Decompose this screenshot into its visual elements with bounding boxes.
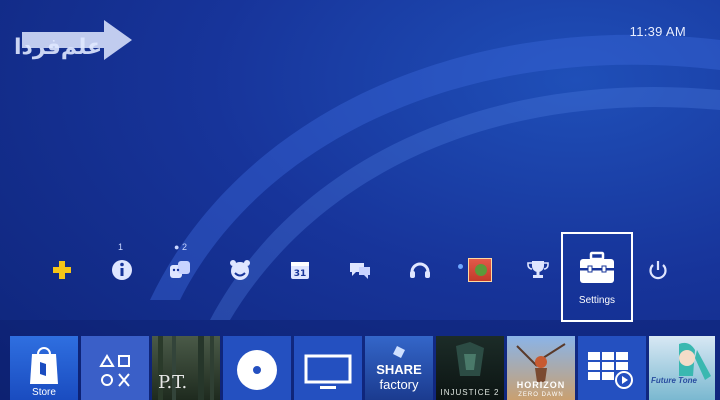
- trophies-button[interactable]: [514, 250, 562, 290]
- injustice-title: INJUSTICE 2: [440, 388, 500, 397]
- horizon-subtitle: ZERO DAWN: [518, 392, 564, 398]
- party-button[interactable]: [216, 250, 264, 290]
- events-button[interactable]: 31: [276, 250, 324, 290]
- tile-disc[interactable]: [223, 336, 291, 400]
- tile-tv-video[interactable]: [294, 336, 362, 400]
- headset-icon: [410, 262, 430, 278]
- friends-button[interactable]: ● 2: [156, 242, 204, 290]
- share-factory-subtitle: factory: [379, 377, 419, 392]
- tile-horizon-zero-dawn[interactable]: HORIZON ZERO DAWN: [507, 336, 575, 400]
- friends-count: 2: [181, 242, 187, 252]
- settings-button[interactable]: Settings: [561, 232, 633, 322]
- power-button[interactable]: [634, 250, 682, 290]
- watermark-logo: علم‌فردا: [12, 10, 134, 60]
- miku-art: [679, 342, 711, 380]
- store-label: Store: [32, 387, 56, 398]
- friends-icon: [170, 261, 190, 278]
- playstation-plus-button[interactable]: [38, 250, 86, 290]
- friends-badge: ● 2: [174, 242, 187, 252]
- party-icon: [230, 260, 250, 280]
- share-factory-title: SHARE: [376, 362, 422, 377]
- tile-library[interactable]: [81, 336, 149, 400]
- online-status-dot: [458, 264, 463, 269]
- arrow-icon: علم‌فردا: [14, 20, 132, 60]
- profile-button[interactable]: [456, 250, 504, 290]
- tile-pt[interactable]: P.T.: [152, 336, 220, 400]
- messages-button[interactable]: [336, 250, 384, 290]
- disc-icon: [237, 350, 277, 390]
- settings-label: Settings: [578, 294, 616, 306]
- pt-title: P.T.: [158, 372, 188, 393]
- tile-tv-and-video-apps[interactable]: [578, 336, 646, 400]
- calendar-day: 31: [294, 269, 307, 279]
- avatar: [468, 258, 492, 282]
- power-icon: [649, 261, 667, 280]
- svg-text:علم‌فردا: علم‌فردا: [14, 35, 102, 60]
- apps-grid-icon: [588, 352, 633, 389]
- tv-icon: [304, 354, 352, 389]
- tile-store[interactable]: Store: [10, 336, 78, 400]
- playstation-shapes-icon: [99, 354, 130, 387]
- toolbox-icon: [580, 251, 614, 283]
- function-bar: 1 ● 2 31 Settings: [0, 232, 720, 322]
- horizon-title: HORIZON: [516, 380, 566, 390]
- miku-title: Future Tone: [651, 376, 697, 385]
- whats-new-badge: 1: [118, 242, 124, 252]
- communities-button[interactable]: [396, 250, 444, 290]
- tile-injustice-2[interactable]: INJUSTICE 2: [436, 336, 504, 400]
- content-tiles: Store P.T. SHARE factory INJUSTICE 2 HOR…: [0, 336, 720, 400]
- clock: 11:39 AM: [629, 24, 686, 39]
- info-icon: [112, 260, 132, 280]
- trophy-icon: [527, 261, 549, 278]
- archer-art: [516, 343, 566, 382]
- tile-share-factory[interactable]: SHARE factory: [365, 336, 433, 400]
- calendar-icon: 31: [291, 262, 309, 279]
- whats-new-button[interactable]: 1: [98, 242, 146, 290]
- tile-hatsune-miku[interactable]: Future Tone: [649, 336, 715, 400]
- plus-icon: [53, 261, 71, 279]
- messages-icon: [350, 263, 370, 279]
